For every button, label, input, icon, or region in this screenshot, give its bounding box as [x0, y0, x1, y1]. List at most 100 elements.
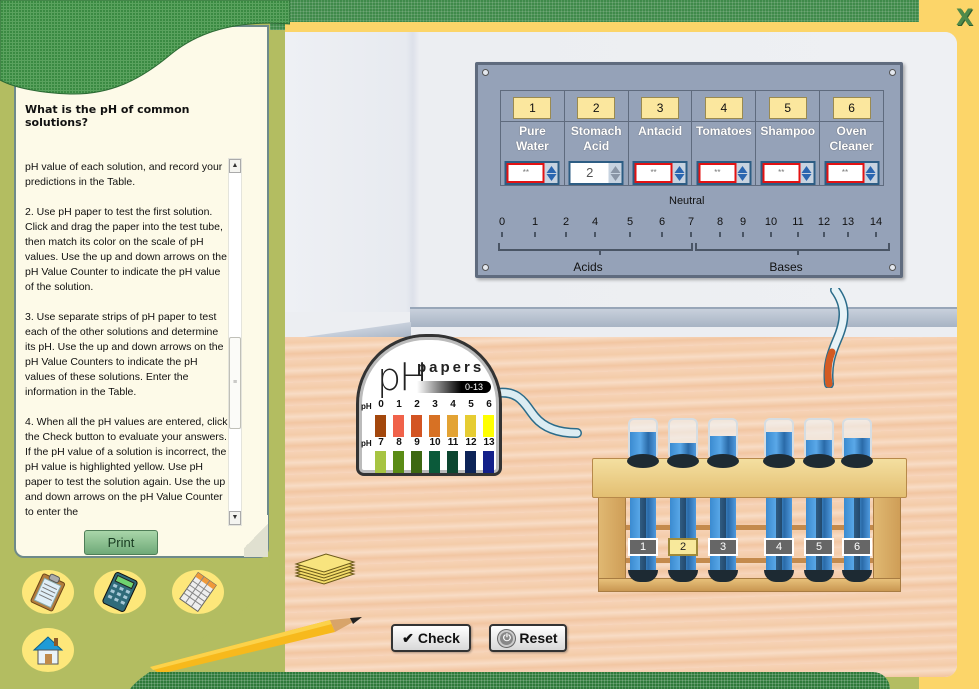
ph-color-swatch: [483, 451, 494, 473]
scroll-down-button[interactable]: ▼: [229, 511, 241, 525]
ph-papers-dispenser[interactable]: pH papers 0-13 pH pH 0 1 2 3 4 5 6 7 8 9 10 11 12 13: [356, 334, 502, 476]
arrow-down-icon[interactable]: [737, 173, 748, 181]
solution-column-4: 4 Tomatoes **: [692, 91, 757, 185]
clipboard-button[interactable]: [22, 570, 74, 614]
table-button[interactable]: [172, 570, 224, 614]
spin-arrows: [544, 163, 558, 183]
rack-rod: [626, 525, 873, 530]
pencil-icon: [150, 617, 362, 672]
scale-tick: [629, 232, 631, 237]
scale-tick: [742, 232, 744, 237]
scale-tick-label: 13: [841, 216, 855, 228]
screw: [482, 69, 489, 76]
scale-tick: [823, 232, 825, 237]
ph-paper-strip-used[interactable]: [815, 288, 855, 388]
scale-tick: [501, 232, 503, 237]
ph-swatch-value: 6: [486, 399, 492, 410]
ph-value-panel: 1 Pure Water ** 2 Stomach Acid 2 3 Antac…: [475, 62, 903, 278]
tube-shadow: [680, 490, 686, 575]
ph-value-counter[interactable]: **: [824, 161, 880, 185]
spin-arrows: [864, 163, 878, 183]
bases-bracket: [695, 243, 890, 251]
ph-swatch-value: 12: [465, 437, 477, 448]
scale-tick: [847, 232, 849, 237]
scale-tick-label: 12: [817, 216, 831, 228]
ph-color-swatch: [447, 415, 458, 437]
ph-value-field[interactable]: **: [762, 163, 801, 183]
home-button[interactable]: [22, 628, 74, 672]
reset-button[interactable]: ⏻ Reset: [489, 624, 567, 652]
rack-side: [598, 490, 626, 585]
close-button[interactable]: X: [956, 6, 973, 31]
arrow-up-icon[interactable]: [865, 165, 876, 173]
tube-label[interactable]: 1: [628, 538, 658, 556]
ph-value-counter[interactable]: 2: [568, 161, 624, 185]
ph-swatch-value: 4: [450, 399, 456, 410]
arrow-up-icon[interactable]: [546, 165, 557, 173]
arrow-up-icon[interactable]: [674, 165, 685, 173]
instruction-step: 4. When all the pH values are entered, c…: [25, 416, 228, 518]
ph-row-label: pH: [361, 402, 372, 411]
scale-tick-label: 11: [792, 216, 804, 228]
name-line: Cleaner: [829, 139, 874, 153]
scroll-up-button[interactable]: ▲: [229, 159, 241, 173]
row-divider: [820, 121, 883, 122]
solution-name: Pure Water: [501, 124, 564, 154]
bracket-mid: [797, 249, 799, 255]
arrow-up-icon[interactable]: [737, 165, 748, 173]
ph-swatch-value: 0: [378, 399, 384, 410]
ph-color-swatch: [411, 415, 422, 437]
tube-shadow: [854, 490, 860, 575]
arrow-down-icon[interactable]: [546, 173, 557, 181]
check-button[interactable]: ✔ Check: [391, 624, 471, 652]
ph-value-field[interactable]: **: [698, 163, 737, 183]
ph-value-field[interactable]: **: [634, 163, 673, 183]
scale-tick-label: 1: [531, 216, 539, 228]
solution-number: 6: [832, 97, 871, 119]
scale-tick: [594, 232, 596, 237]
rack-side: [873, 490, 901, 585]
table-icon: [179, 572, 217, 612]
print-button[interactable]: Print: [84, 530, 158, 555]
arrow-up-icon[interactable]: [610, 165, 621, 173]
tube-label[interactable]: 6: [842, 538, 872, 556]
scroll-thumb[interactable]: ≡: [229, 337, 241, 429]
solution-column-1: 1 Pure Water **: [501, 91, 565, 185]
instruction-step: pH value of each solution, and record yo…: [25, 161, 223, 188]
instructions-scrollbar[interactable]: ▲ ≡ ▼: [228, 158, 242, 526]
ph-value-counter[interactable]: **: [696, 161, 752, 185]
ph-swatch-value: 7: [378, 437, 384, 448]
ph-value-counter[interactable]: **: [632, 161, 688, 185]
calculator-button[interactable]: [94, 570, 146, 614]
arrow-down-icon[interactable]: [801, 173, 812, 181]
solution-number: 4: [704, 97, 743, 119]
ph-value-field[interactable]: **: [506, 163, 545, 183]
ph-paper-stack-icon[interactable]: [292, 548, 358, 588]
ph-paper-strip[interactable]: [495, 385, 585, 440]
ph-color-swatch: [465, 415, 476, 437]
tube-label[interactable]: 2: [668, 538, 698, 556]
solution-name: Shampoo: [756, 124, 819, 139]
scale-tick: [565, 232, 567, 237]
tube-label[interactable]: 3: [708, 538, 738, 556]
name-line: Acid: [583, 139, 610, 153]
ph-value-counter[interactable]: **: [504, 161, 560, 185]
spin-arrows: [800, 163, 814, 183]
instruction-step: 3. Use separate strips of pH paper to te…: [25, 311, 224, 398]
solution-name: Tomatoes: [692, 124, 755, 139]
arrow-down-icon[interactable]: [865, 173, 876, 181]
arrow-down-icon[interactable]: [610, 173, 621, 181]
solution-name: Oven Cleaner: [820, 124, 883, 154]
ph-value-counter[interactable]: **: [760, 161, 816, 185]
tube-collar: [803, 454, 835, 468]
tube-collar: [667, 454, 699, 468]
tube-label[interactable]: 5: [804, 538, 834, 556]
acids-bracket: [498, 243, 693, 251]
arrow-down-icon[interactable]: [674, 173, 685, 181]
ph-value-field[interactable]: **: [826, 163, 865, 183]
ph-value-field[interactable]: 2: [570, 163, 609, 183]
tube-shadow: [720, 490, 726, 575]
tube-label[interactable]: 4: [764, 538, 794, 556]
arrow-up-icon[interactable]: [801, 165, 812, 173]
solution-number: 2: [577, 97, 616, 119]
